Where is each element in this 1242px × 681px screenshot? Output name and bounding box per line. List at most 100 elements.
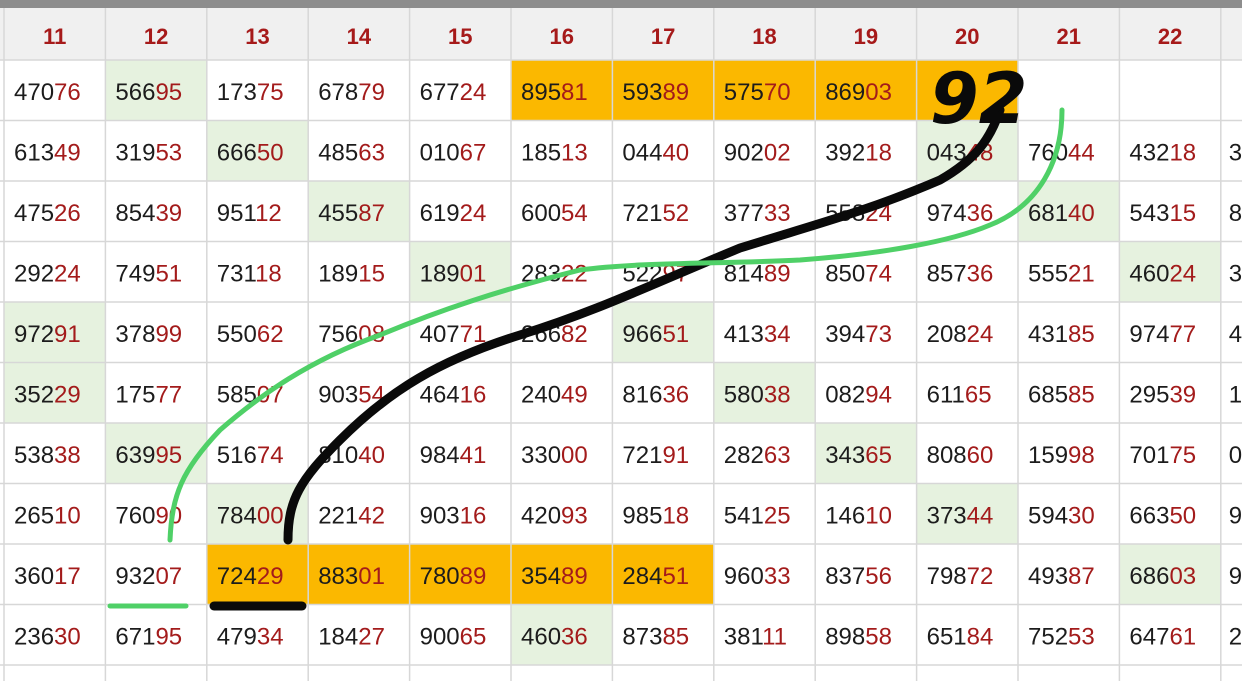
result-number: 29224 <box>14 261 81 288</box>
result-number: 76044 <box>1028 140 1095 167</box>
result-number: 88301 <box>318 563 385 590</box>
result-number: 74951 <box>115 261 182 288</box>
result-number: 36017 <box>14 563 81 590</box>
result-number: 55824 <box>825 200 892 227</box>
column-header: 17 <box>651 24 675 49</box>
result-number: 78089 <box>420 563 487 590</box>
result-number: 90354 <box>318 382 385 409</box>
result-number: 17375 <box>217 79 284 106</box>
result-number: 48563 <box>318 140 385 167</box>
result-number: 81040 <box>318 442 385 469</box>
result-number: 79872 <box>927 563 994 590</box>
column-header: 16 <box>549 24 573 49</box>
result-number: 97291 <box>14 321 81 348</box>
result-number: 67724 <box>420 79 487 106</box>
result-number: 81636 <box>622 382 689 409</box>
result-number: 98441 <box>420 442 487 469</box>
result-number: 59430 <box>1028 503 1095 530</box>
result-number: 51674 <box>217 442 284 469</box>
result-number: 54315 <box>1129 200 1196 227</box>
cut-off-number: 3 <box>1229 261 1242 288</box>
column-header: 20 <box>955 24 979 49</box>
result-number: 97436 <box>927 200 994 227</box>
result-number: 37733 <box>724 200 791 227</box>
result-number: 59389 <box>622 79 689 106</box>
result-number: 89581 <box>521 79 588 106</box>
column-header: 19 <box>854 24 878 49</box>
result-number: 24049 <box>521 382 588 409</box>
result-number: 95112 <box>217 200 282 227</box>
result-number: 56695 <box>115 79 182 106</box>
result-number: 76090 <box>115 503 182 530</box>
result-number: 17577 <box>115 382 182 409</box>
result-number: 26510 <box>14 503 81 530</box>
result-number: 42093 <box>521 503 588 530</box>
column-header: 13 <box>245 24 269 49</box>
result-number: 72429 <box>217 563 284 590</box>
result-number: 35229 <box>14 382 81 409</box>
result-number: 54125 <box>724 503 791 530</box>
result-number: 90065 <box>420 624 487 651</box>
result-number: 47076 <box>14 79 81 106</box>
cell-highlight <box>916 60 1018 121</box>
result-number: 26682 <box>521 321 588 348</box>
result-number: 61165 <box>927 382 992 409</box>
result-number: 22142 <box>318 503 385 530</box>
result-number: 68603 <box>1129 563 1196 590</box>
cut-off-number: 8 <box>1229 200 1242 227</box>
result-number: 63995 <box>115 442 182 469</box>
result-number: 68585 <box>1028 382 1095 409</box>
result-number: 85736 <box>927 261 994 288</box>
result-number: 55062 <box>217 321 284 348</box>
result-number: 46024 <box>1129 261 1196 288</box>
result-number: 81489 <box>724 261 791 288</box>
result-number: 34365 <box>825 442 892 469</box>
result-number: 20824 <box>927 321 994 348</box>
result-number: 46416 <box>420 382 487 409</box>
result-number: 04440 <box>622 140 689 167</box>
result-number: 87385 <box>622 624 689 651</box>
lottery-results-table: 11 12 13 14 15 16 17 18 19 20 21 22 47076 56695 17375 6… <box>0 8 1242 681</box>
result-number: 47526 <box>14 200 81 227</box>
result-number: 23630 <box>14 624 81 651</box>
result-number: 37344 <box>927 503 994 530</box>
results-grid: 11 12 13 14 15 16 17 18 19 20 21 2247076 56695 17375 6… <box>0 8 1242 681</box>
result-number: 98518 <box>622 503 689 530</box>
result-number: 75608 <box>318 321 385 348</box>
result-number: 66650 <box>217 140 284 167</box>
column-header: 12 <box>144 24 168 49</box>
result-number: 01067 <box>420 140 487 167</box>
result-number: 08294 <box>825 382 892 409</box>
result-number: 38111 <box>724 624 787 651</box>
result-number: 78400 <box>217 503 284 530</box>
result-number: 96651 <box>622 321 689 348</box>
cut-off-number: 1 <box>1229 382 1242 409</box>
result-number: 72191 <box>622 442 689 469</box>
result-number: 61924 <box>420 200 487 227</box>
result-number: 86903 <box>825 79 892 106</box>
result-number: 90202 <box>724 140 791 167</box>
result-number: 52297 <box>622 261 689 288</box>
result-number: 28451 <box>622 563 689 590</box>
cut-off-number: 9 <box>1229 563 1242 590</box>
result-number: 47934 <box>217 624 284 651</box>
result-number: 60054 <box>521 200 588 227</box>
result-number: 85439 <box>115 200 182 227</box>
result-number: 43185 <box>1028 321 1095 348</box>
cut-off-number: 0 <box>1229 442 1242 469</box>
result-number: 67195 <box>115 624 182 651</box>
result-number: 49387 <box>1028 563 1095 590</box>
result-number: 67879 <box>318 79 385 106</box>
cell-highlight <box>1018 60 1120 121</box>
result-number: 43218 <box>1129 140 1196 167</box>
result-number: 64761 <box>1129 624 1196 651</box>
result-number: 39473 <box>825 321 892 348</box>
result-number: 18513 <box>521 140 588 167</box>
result-number: 97477 <box>1129 321 1196 348</box>
result-number: 55521 <box>1028 261 1095 288</box>
result-number: 57570 <box>724 79 791 106</box>
result-number: 61349 <box>14 140 81 167</box>
result-number: 58038 <box>724 382 791 409</box>
result-number: 40771 <box>420 321 487 348</box>
result-number: 15998 <box>1028 442 1095 469</box>
